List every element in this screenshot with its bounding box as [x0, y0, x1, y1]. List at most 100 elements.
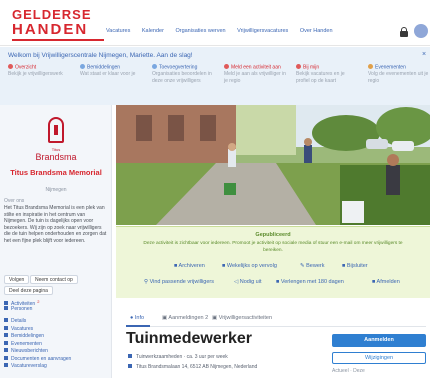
sidebar-link[interactable]: Personen	[4, 305, 108, 314]
detail-tabs: ● Info ▣ Aanmeldingen 2 ▣ Vrijwilligersa…	[126, 313, 426, 327]
sidebar-link[interactable]: Documenten en aanvragen	[4, 355, 108, 364]
archive-button[interactable]: ■ Archiveren	[174, 263, 205, 269]
sidebar-link[interactable]: Vacatureverslag	[4, 363, 108, 371]
quick-action-title: Meld een activiteit aan	[224, 64, 286, 71]
sidebar-link-label: Documenten en aanvragen	[11, 355, 72, 362]
quick-action-title: Bemiddelingen	[80, 64, 142, 71]
org-location: Nijmegen	[45, 187, 67, 193]
sidebar-link-icon	[4, 305, 8, 310]
site-header: GELDERSE HANDEN Vacatures Kalender Organ…	[0, 0, 430, 46]
about-text: Het Titus Brandsma Memorial is een plek …	[4, 205, 107, 244]
extend-button[interactable]: ■ Verlengen met 180 dagen	[276, 279, 344, 285]
publish-notice: Gepubliceerd Deze activiteit is zichtbaa…	[116, 226, 430, 298]
follow-button[interactable]: Volgen	[4, 275, 30, 284]
active-tab-indicator	[126, 325, 150, 327]
job-detail-schedule: Tuinwerkzaamheden · ca. 3 uur per week	[128, 354, 228, 360]
job-meta: Actueel · Deze	[332, 368, 365, 374]
org-logo-mark	[48, 117, 64, 143]
welcome-title: Welkom bij Vrijwilligerscentrale Nijmege…	[8, 52, 193, 59]
quick-action-icon	[296, 64, 301, 69]
nav-item-organisaties[interactable]: Organisaties werven	[175, 28, 225, 34]
site-logo[interactable]: GELDERSE HANDEN	[12, 7, 106, 41]
quick-action-card[interactable]: Bemiddelingen Wat staat er klaar voor je	[80, 64, 142, 78]
edit-button[interactable]: ✎ Bewerk	[300, 263, 324, 269]
notice-description: Deze activiteit is zichtbaar voor iedere…	[143, 241, 403, 253]
org-sidebar: Titus Brandsma Titus Brandsma Memorial N…	[0, 105, 112, 378]
org-name[interactable]: Titus Brandsma Memorial	[6, 168, 106, 178]
main-nav: Vacatures Kalender Organisaties werven V…	[106, 28, 343, 34]
about-heading: Over ons	[4, 198, 25, 204]
job-title: Tuinmedewerker	[126, 330, 252, 347]
sidebar-link[interactable]: Evenementen	[4, 340, 108, 349]
contact-button[interactable]: Neem contact op	[30, 275, 78, 284]
attachment-button[interactable]: ■ Bijsluiter	[342, 263, 368, 269]
nav-item-vrijwilligersvacatures[interactable]: Vrijwilligersvacatures	[237, 28, 288, 34]
quick-action-title: Evenementen	[368, 64, 430, 71]
quick-action-description: Organisaties beoordelen in deze onze vri…	[152, 71, 212, 84]
sidebar-link-label: Vacatures	[11, 325, 34, 332]
logo-line-2: HANDEN	[12, 21, 89, 38]
tab-info[interactable]: ● Info	[130, 315, 144, 321]
sidebar-link-label: Evenementen	[11, 340, 42, 347]
count-badge: 2	[37, 299, 40, 304]
quick-action-card[interactable]: Evenementen Volg de evenementen uit je re…	[368, 64, 430, 84]
nav-item-vacatures[interactable]: Vacatures	[106, 28, 130, 34]
find-volunteers-button[interactable]: ⚲ Vind passende vrijwilligers	[144, 279, 214, 285]
close-icon[interactable]: ×	[422, 51, 426, 58]
weekly-follow-button[interactable]: ■ Wekelijks op vervolg	[222, 263, 277, 269]
quick-action-card[interactable]: Meld een activiteit aan Meld je aan als v…	[224, 64, 286, 84]
welcome-panel: Welkom bij Vrijwilligerscentrale Nijmege…	[0, 47, 430, 105]
avatar[interactable]	[414, 24, 428, 38]
sidebar-link[interactable]: Nieuwsberichten	[4, 348, 108, 356]
sidebar-link-label: Nieuwsberichten	[11, 348, 48, 354]
share-button[interactable]: Deel deze pagina	[4, 286, 53, 295]
tab-aanmeldingen[interactable]: ▣ Aanmeldingen 2	[162, 315, 208, 321]
sidebar-link-label: Vacatureverslag	[11, 363, 47, 369]
quick-action-card[interactable]: Toevoegvertering Organisaties beoordelen …	[152, 64, 214, 84]
quick-action-icon	[8, 64, 13, 69]
quick-action-description: Meld je aan als vrijwilliger in je regio	[224, 71, 286, 84]
apply-button[interactable]: Aanmelden	[332, 334, 426, 347]
sidebar-link-label: Bemiddelingen	[11, 333, 45, 339]
sidebar-link-icon	[4, 325, 8, 330]
sidebar-link-label: Personen	[11, 305, 33, 312]
quick-action-description: Bekijk je vrijwilligerswerk	[8, 71, 63, 77]
job-detail-address: Titus Brandsmalaan 14, 6512 AB Nijmegen,…	[128, 364, 257, 370]
quick-action-card[interactable]: Bij mijn Bekijk vacatures en je profiel o…	[296, 64, 358, 84]
sidebar-link-icon	[4, 301, 8, 305]
notice-title: Gepubliceerd	[255, 232, 291, 238]
sidebar-link[interactable]: Activiteiten 2	[4, 298, 108, 307]
sidebar-link[interactable]: Details	[4, 318, 108, 326]
lock-icon[interactable]	[398, 26, 410, 38]
quick-action-icon	[152, 64, 157, 69]
quick-action-icon	[368, 64, 373, 69]
sidebar-link-icon	[4, 318, 8, 322]
sidebar-link-icon	[4, 348, 8, 352]
org-logo: Titus Brandsma	[26, 117, 86, 165]
quick-action-title: Overzicht	[8, 64, 70, 71]
sidebar-link[interactable]: Vacatures	[4, 325, 108, 334]
logo-line-1: GELDERSE	[12, 7, 92, 22]
sidebar-link-icon	[4, 355, 8, 360]
sidebar-link-label: Details	[11, 318, 27, 324]
sidebar-link[interactable]: Bemiddelingen	[4, 333, 108, 341]
nav-item-over[interactable]: Over Handen	[300, 28, 333, 34]
nav-item-kalender[interactable]: Kalender	[142, 28, 164, 34]
quick-action-description: Wat staat er klaar voor je	[80, 71, 136, 77]
changes-button[interactable]: Wijzigingen	[332, 352, 426, 364]
invite-button[interactable]: ◁ Nodig uit	[234, 279, 261, 285]
cancel-button[interactable]: ■ Afmelden	[372, 279, 400, 285]
sidebar-links: Activiteiten 2 Personen Details Vacatures Bem…	[4, 298, 108, 371]
quick-action-description: Bekijk vacatures en je profiel op de kaa…	[296, 71, 345, 84]
location-icon	[128, 364, 132, 368]
sidebar-link-icon	[4, 333, 8, 337]
garden-photo-illustration	[116, 105, 430, 225]
quick-action-description: Volg de evenementen uit je regio	[368, 71, 429, 84]
quick-action-card[interactable]: Overzicht Bekijk je vrijwilligerswerk	[8, 64, 70, 78]
org-logo-name: Brandsma	[35, 152, 77, 162]
logo-underline	[12, 39, 104, 41]
quick-action-title: Bij mijn	[296, 64, 358, 71]
tab-vrijwilligersactiviteiten[interactable]: ▣ Vrijwilligersactiviteiten	[212, 315, 272, 321]
sidebar-link-icon	[4, 363, 8, 367]
quick-action-icon	[80, 64, 85, 69]
